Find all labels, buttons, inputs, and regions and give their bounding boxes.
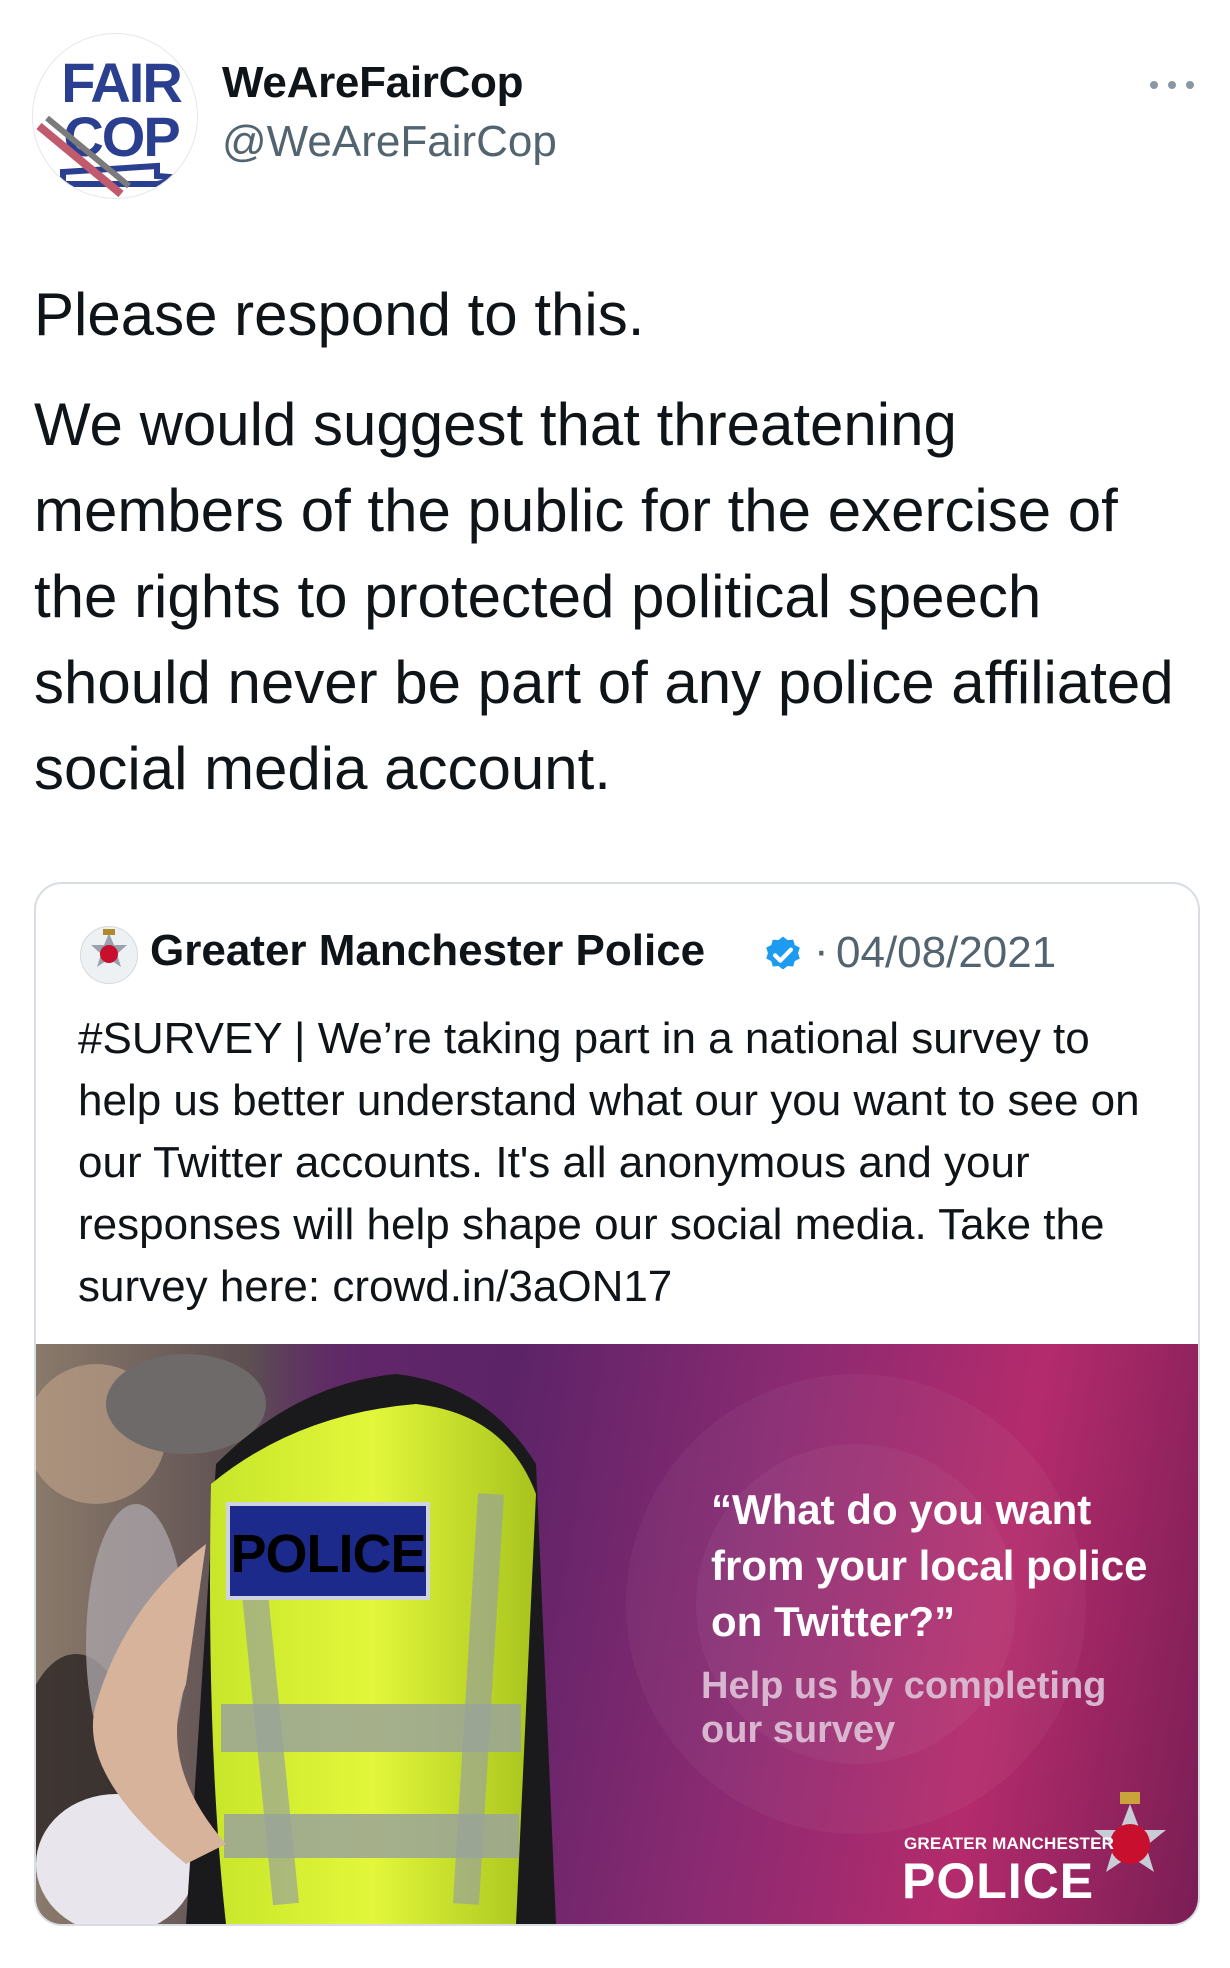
fair-cop-logo: FAIR COP <box>33 34 197 198</box>
dot-icon <box>1150 81 1158 89</box>
more-options-icon[interactable] <box>1150 78 1194 92</box>
author-display-name[interactable]: WeAreFairCop <box>222 58 524 108</box>
police-badge-icon <box>91 929 127 967</box>
author-handle[interactable]: @WeAreFairCop <box>222 117 557 167</box>
author-avatar[interactable]: FAIR COP <box>32 33 198 199</box>
quoted-tweet-date[interactable]: 04/08/2021 <box>836 928 1056 978</box>
quoted-tweet-text: #SURVEY | We’re taking part in a nationa… <box>78 1014 1140 1311</box>
tweet-paragraph: We would suggest that threatening member… <box>34 391 1174 802</box>
gmp-avatar[interactable] <box>80 926 138 984</box>
tweet-paragraph: Please respond to this. <box>34 281 645 348</box>
quoted-tweet-card[interactable]: Greater Manchester Police · 04/08/2021 #… <box>34 882 1200 1926</box>
gmp-brand-small: GREATER MANCHESTER <box>904 1834 1115 1853</box>
gmp-brand-big: POLICE <box>902 1853 1095 1909</box>
tweet-text: Please respond to this. We would suggest… <box>34 272 1194 812</box>
media-subtext: Help us by completing our survey <box>701 1665 1107 1751</box>
media-headline: “What do you want from your local police… <box>711 1486 1148 1645</box>
meta-separator: · <box>814 926 829 975</box>
quoted-author-name[interactable]: Greater Manchester Police <box>150 926 705 976</box>
dot-icon <box>1168 81 1176 89</box>
quoted-tweet-image[interactable]: POLICE “What do you want from your local… <box>36 1344 1198 1924</box>
vest-police-label: POLICE <box>230 1524 425 1584</box>
gmp-crest-icon <box>1094 1792 1166 1872</box>
verified-badge-icon <box>766 936 800 970</box>
dot-icon <box>1186 81 1194 89</box>
